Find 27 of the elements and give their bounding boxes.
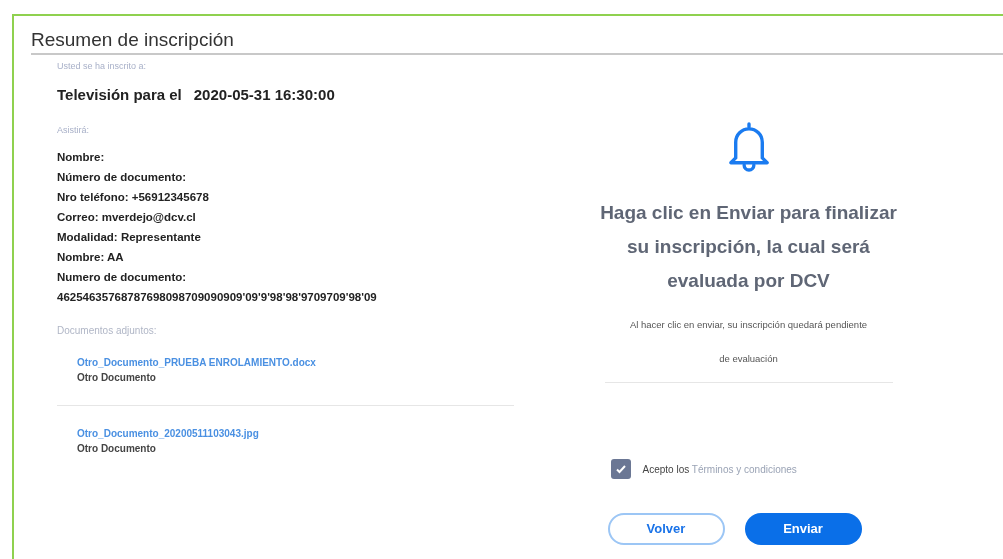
section-label: Usted se ha inscrito a: — [57, 60, 148, 72]
document-link[interactable]: Otro_Documento_PRUEBA ENROLAMIENTO.docx — [77, 354, 514, 371]
attendee-detail: Nombre: AA — [57, 249, 125, 265]
event-datetime: 2020-05-31 16:30:00 — [193, 85, 335, 105]
send-button[interactable]: Enviar — [744, 513, 862, 545]
terms-checkbox[interactable] — [610, 459, 631, 479]
check-icon — [614, 463, 627, 475]
attendee-detail: Número de documento: — [57, 169, 188, 185]
attendee-detail: Modalidad: Representante — [57, 229, 202, 245]
attendee-detail: Numero de documento: — [57, 269, 188, 285]
document-type: Otro Documento — [77, 441, 157, 456]
section-label: Documentos adjuntos: — [57, 324, 158, 337]
terms-link[interactable]: Términos y condiciones — [691, 463, 797, 475]
back-button[interactable]: Volver — [607, 513, 725, 545]
attendee-detail: Nombre: — [57, 149, 106, 165]
document-type: Otro Documento — [77, 370, 157, 385]
confirm-note: Al hacer clic en enviar, su inscripción quedará pendiente — [629, 318, 868, 332]
confirm-message: Haga clic en Enviar para finalizar su inscripción, la cual será evaluada por DCV — [599, 201, 898, 293]
attendee-detail: 46254635768787698098709090909'09'9'98'98'9709709'98'09 — [57, 289, 378, 305]
attendee-detail: Nro teléfono: +56912345678 — [57, 189, 210, 205]
event-name: Televisión para el — [57, 85, 182, 105]
page-title: Resumen de inscripción — [31, 28, 235, 52]
terms-label: Acepto los Términos y condiciones — [642, 462, 797, 477]
confirm-note: de evaluación — [719, 352, 778, 366]
document-link[interactable]: Otro_Documento_20200511103043.jpg — [77, 425, 514, 442]
section-label: Asistirá: — [57, 123, 90, 136]
attendee-detail: Correo: mverdejo@dcv.cl — [57, 209, 197, 225]
